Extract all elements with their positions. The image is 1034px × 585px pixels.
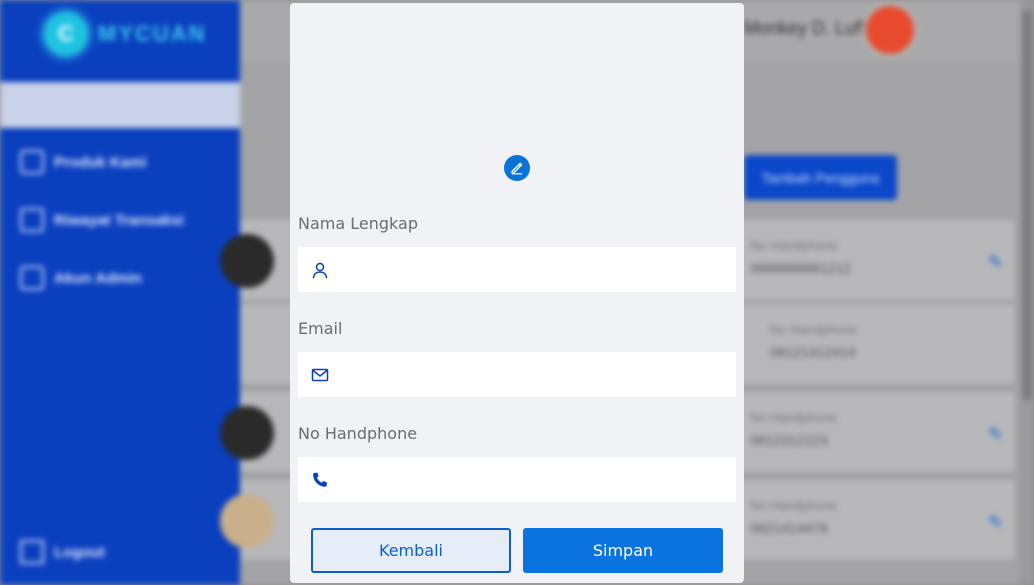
email-input[interactable]	[340, 352, 736, 397]
edit-icon[interactable]: ✎	[988, 424, 1010, 446]
back-button[interactable]: Kembali	[311, 528, 511, 573]
logo-mark: C	[44, 12, 88, 56]
pencil-icon	[511, 162, 523, 175]
receipt-icon	[20, 208, 44, 232]
edit-photo-button[interactable]	[504, 155, 530, 181]
phone-label: No Handphone	[298, 424, 418, 443]
scrollbar-thumb[interactable]	[1022, 10, 1032, 400]
logout-icon	[20, 540, 44, 564]
row-value: 0812312123	[750, 432, 828, 448]
logout-button[interactable]: Logout	[20, 540, 105, 564]
avatar	[220, 406, 274, 460]
logo-text: MYCUAN	[98, 21, 207, 46]
user-icon	[310, 260, 330, 280]
logout-label: Logout	[54, 543, 105, 561]
sidebar-item-label: Akun Admin	[54, 269, 142, 287]
full-name-field[interactable]	[298, 247, 736, 292]
calendar-icon	[20, 150, 44, 174]
sidebar-item-produk[interactable]: Produk Kami	[20, 150, 147, 174]
row-label: No Handphone	[750, 238, 838, 253]
phone-field[interactable]	[298, 457, 736, 502]
save-button[interactable]: Simpan	[523, 528, 723, 573]
add-user-button[interactable]: Tambah Pengguna	[744, 155, 897, 200]
avatar	[220, 234, 274, 288]
full-name-label: Nama Lengkap	[298, 214, 418, 233]
row-value: 0821414478	[750, 520, 828, 536]
edit-icon[interactable]: ✎	[988, 252, 1010, 274]
sidebar: C MYCUAN Produk Kami Riwayat Transaksi A…	[0, 0, 240, 585]
row-value: 08121412414	[770, 344, 856, 360]
phone-icon	[310, 470, 330, 490]
users-icon	[20, 266, 44, 290]
phone-input[interactable]	[340, 457, 736, 502]
row-label: No Handphone	[750, 410, 838, 425]
sidebar-active-item[interactable]	[0, 82, 240, 128]
avatar[interactable]	[862, 2, 918, 58]
edit-user-modal: Nama Lengkap Email No Handphone Kembali	[290, 3, 744, 583]
sidebar-item-riwayat[interactable]: Riwayat Transaksi	[20, 208, 184, 232]
email-field[interactable]	[298, 352, 736, 397]
avatar	[220, 494, 274, 548]
edit-icon[interactable]: ✎	[988, 512, 1010, 534]
row-label: No Handphone	[750, 498, 838, 513]
full-name-input[interactable]	[340, 247, 736, 292]
email-label: Email	[298, 319, 343, 338]
logo: C MYCUAN	[44, 12, 207, 56]
mail-icon	[310, 365, 330, 385]
user-name: Monkey D. Luffy	[744, 18, 874, 38]
scrollbar[interactable]	[1020, 0, 1034, 585]
row-value: 0888888881212	[750, 260, 852, 276]
sidebar-item-label: Produk Kami	[54, 153, 147, 171]
sidebar-item-label: Riwayat Transaksi	[54, 211, 185, 229]
sidebar-item-akun[interactable]: Akun Admin	[20, 266, 142, 290]
row-label: No Handphone	[770, 322, 858, 337]
